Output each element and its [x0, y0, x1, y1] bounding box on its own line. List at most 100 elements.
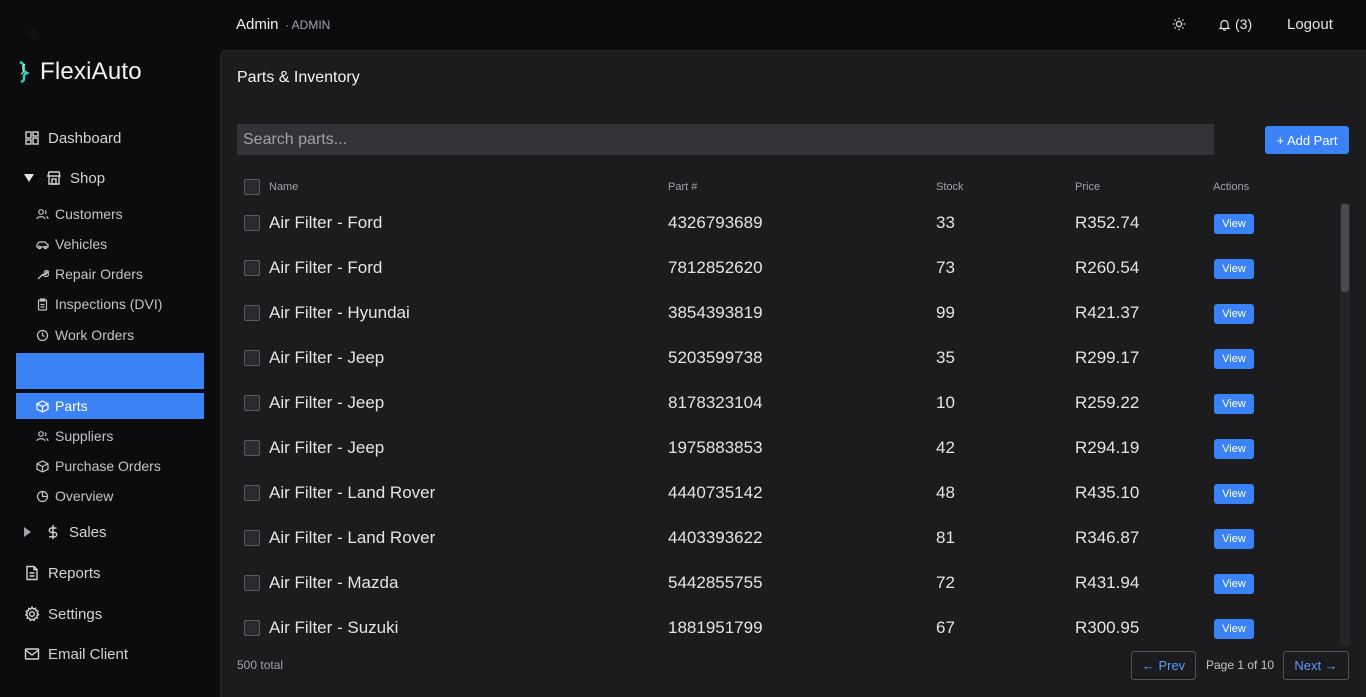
user-role: · ADMIN: [285, 18, 331, 32]
row-checkbox[interactable]: [244, 575, 260, 591]
clipboard-icon: [36, 297, 49, 311]
column-header-stock: Stock: [936, 181, 964, 193]
view-button[interactable]: View: [1214, 574, 1254, 594]
view-button[interactable]: View: [1214, 349, 1254, 369]
stock-count: 10: [936, 393, 955, 412]
view-button[interactable]: View: [1214, 619, 1254, 639]
sidebar-item-parts-group[interactable]: [16, 353, 204, 389]
sidebar-item-label: Suppliers: [55, 428, 114, 444]
part-price: R431.94: [1075, 573, 1140, 592]
page-indicator: Page 1 of 10: [1206, 658, 1275, 672]
table-scrollbar[interactable]: [1340, 203, 1350, 646]
sidebar-item-purchase-orders[interactable]: Purchase Orders: [16, 453, 204, 479]
users-icon: [36, 208, 49, 221]
view-button[interactable]: View: [1214, 304, 1254, 324]
table-row[interactable]: Air Filter - Land Rover 4403393622 81 R346.…: [221, 516, 1341, 561]
sidebar-item-label: Settings: [48, 605, 103, 623]
part-name: Air Filter - Land Rover: [269, 483, 436, 502]
search-input[interactable]: [237, 124, 1214, 155]
part-name: Air Filter - Land Rover: [269, 528, 436, 547]
add-part-button[interactable]: + Add Part: [1265, 126, 1349, 154]
stock-count: 48: [936, 483, 955, 502]
row-checkbox[interactable]: [244, 215, 260, 231]
sidebar-item-label: Inspections (DVI): [55, 296, 163, 312]
sidebar-item-reports[interactable]: Reports: [16, 556, 204, 590]
sidebar-item-work-orders[interactable]: Work Orders: [16, 322, 204, 348]
view-button[interactable]: View: [1214, 484, 1254, 504]
table-row[interactable]: Air Filter - Ford 7812852620 73 R260.54 View: [221, 246, 1341, 291]
table-row[interactable]: Air Filter - Jeep 8178323104 10 R259.22 View: [221, 381, 1341, 426]
sidebar-item-repair-orders[interactable]: Repair Orders: [16, 261, 204, 287]
part-price: R259.22: [1075, 393, 1140, 412]
sidebar-item-parts[interactable]: Parts: [16, 393, 204, 419]
logout-button[interactable]: Logout: [1287, 16, 1333, 33]
view-button[interactable]: View: [1214, 529, 1254, 549]
table-row[interactable]: Air Filter - Mazda 5442855755 72 R431.94 Vie…: [221, 561, 1341, 606]
notifications-button[interactable]: (3): [1218, 16, 1252, 32]
table-row[interactable]: Air Filter - Land Rover 4440735142 48 R435.…: [221, 471, 1341, 516]
row-checkbox[interactable]: [244, 260, 260, 276]
table-row[interactable]: Air Filter - Hyundai 3854393819 99 R421.37 V…: [221, 291, 1341, 336]
prev-page-button[interactable]: ← Prev: [1131, 651, 1196, 680]
view-button[interactable]: View: [1214, 214, 1254, 234]
part-price: R294.19: [1075, 438, 1140, 457]
part-number: 5442855755: [668, 573, 763, 592]
dollar-icon: [45, 524, 61, 540]
table-row[interactable]: Air Filter - Jeep 5203599738 35 R299.17 View: [221, 336, 1341, 381]
row-checkbox[interactable]: [244, 440, 260, 456]
row-checkbox[interactable]: [244, 530, 260, 546]
part-number: 8178323104: [668, 393, 763, 412]
row-checkbox[interactable]: [244, 395, 260, 411]
row-checkbox[interactable]: [244, 620, 260, 636]
sidebar-item-label: Parts: [55, 398, 88, 414]
theme-toggle-icon[interactable]: [1172, 17, 1186, 36]
row-checkbox[interactable]: [244, 485, 260, 501]
sidebar-item-customers[interactable]: Customers: [16, 201, 204, 227]
part-number: 4403393622: [668, 528, 763, 547]
sidebar-item-sales[interactable]: Sales: [16, 515, 204, 549]
column-header-part-number: Part #: [668, 181, 698, 193]
user-name: Admin: [236, 16, 279, 33]
view-button[interactable]: View: [1214, 439, 1254, 459]
sidebar-item-dashboard[interactable]: Dashboard: [16, 121, 204, 155]
row-checkbox[interactable]: [244, 350, 260, 366]
stock-count: 33: [936, 213, 955, 232]
sidebar-item-vehicles[interactable]: Vehicles: [16, 231, 204, 257]
part-name: Air Filter - Ford: [269, 213, 383, 232]
part-number: 3854393819: [668, 303, 763, 322]
sidebar-item-label: Repair Orders: [55, 266, 143, 282]
table-row[interactable]: Air Filter - Ford 4326793689 33 R352.74 View: [221, 201, 1341, 246]
row-checkbox[interactable]: [244, 305, 260, 321]
package-icon: [36, 399, 49, 413]
column-header-name: Name: [269, 181, 299, 193]
table-row[interactable]: Air Filter - Suzuki 1881951799 67 R300.95 Vi…: [221, 606, 1341, 651]
sidebar-item-inspections[interactable]: Inspections (DVI): [16, 291, 204, 317]
store-icon: [46, 170, 62, 186]
view-button[interactable]: View: [1214, 259, 1254, 279]
total-count: 500 total: [237, 658, 284, 672]
view-button[interactable]: View: [1214, 394, 1254, 414]
select-all-checkbox[interactable]: [244, 179, 260, 195]
next-page-button[interactable]: Next →: [1283, 651, 1349, 680]
column-header-actions: Actions: [1213, 181, 1250, 193]
sidebar-item-email-client[interactable]: Email Client: [16, 637, 204, 671]
sidebar-item-label: Sales: [69, 523, 107, 541]
sidebar-item-label: Overview: [55, 488, 114, 504]
collapse-sidebar-button[interactable]: [24, 27, 36, 41]
sidebar-item-shop[interactable]: Shop: [16, 161, 204, 195]
users-icon: [36, 430, 49, 443]
bell-icon: [1218, 18, 1231, 31]
part-number: 1975883853: [668, 438, 763, 457]
part-price: R435.10: [1075, 483, 1140, 502]
sidebar-item-label: Purchase Orders: [55, 458, 161, 474]
brand[interactable]: FlexiAuto: [16, 58, 142, 86]
table-row[interactable]: Air Filter - Jeep 1975883853 42 R294.19 View: [221, 426, 1341, 471]
part-number: 1881951799: [668, 618, 763, 637]
sidebar-item-settings[interactable]: Settings: [16, 597, 204, 631]
sidebar-item-label: Shop: [70, 169, 106, 187]
part-name: Air Filter - Jeep: [269, 438, 385, 457]
sidebar-item-overview[interactable]: Overview: [16, 483, 204, 509]
scrollbar-thumb[interactable]: [1341, 204, 1349, 292]
stock-count: 35: [936, 348, 955, 367]
sidebar-item-suppliers[interactable]: Suppliers: [16, 423, 204, 449]
